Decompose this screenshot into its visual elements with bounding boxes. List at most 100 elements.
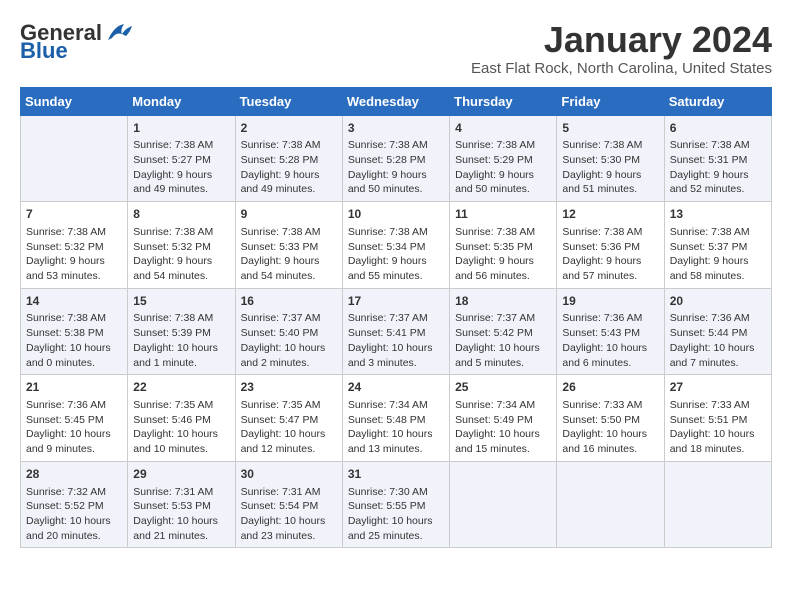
day-number: 17 — [348, 293, 444, 310]
calendar-cell: 8Sunrise: 7:38 AM Sunset: 5:32 PM Daylig… — [128, 202, 235, 289]
calendar-cell: 29 Sunrise: 7:31 AM Sunset: 5:53 PM Dayli… — [128, 461, 235, 548]
day-number: 25 — [455, 379, 551, 396]
day-number: 24 — [348, 379, 444, 396]
calendar-cell: 17Sunrise: 7:37 AM Sunset: 5:41 PM Dayli… — [342, 288, 449, 375]
day-number: 30 — [241, 466, 337, 483]
day-number: 13 — [670, 206, 766, 223]
week-row-5: 28 Sunrise: 7:32 AM Sunset: 5:52 PM Dayli… — [21, 461, 772, 548]
day-info: Sunrise: 7:38 AM Sunset: 5:30 PM Dayligh… — [562, 138, 658, 197]
days-header-row: SundayMondayTuesdayWednesdayThursdayFrid… — [21, 87, 772, 115]
day-info: Sunrise: 7:31 AM Sunset: 5:54 PM Dayligh… — [241, 485, 337, 544]
day-header-saturday: Saturday — [664, 87, 771, 115]
day-header-friday: Friday — [557, 87, 664, 115]
calendar-cell: 7 Sunrise: 7:38 AM Sunset: 5:32 PM Daylig… — [21, 202, 128, 289]
day-info: Sunrise: 7:37 AM Sunset: 5:42 PM Dayligh… — [455, 311, 551, 370]
calendar-cell: 4Sunrise: 7:38 AM Sunset: 5:29 PM Daylig… — [450, 115, 557, 202]
day-info: Sunrise: 7:35 AM Sunset: 5:46 PM Dayligh… — [133, 398, 229, 457]
day-info: Sunrise: 7:38 AM Sunset: 5:34 PM Dayligh… — [348, 225, 444, 284]
day-header-monday: Monday — [128, 87, 235, 115]
calendar-cell: 30 Sunrise: 7:31 AM Sunset: 5:54 PM Dayli… — [235, 461, 342, 548]
day-number: 6 — [670, 120, 766, 137]
calendar-cell: 25 Sunrise: 7:34 AM Sunset: 5:49 PM Dayli… — [450, 375, 557, 462]
day-number: 1 — [133, 120, 229, 137]
calendar-table: SundayMondayTuesdayWednesdayThursdayFrid… — [20, 87, 772, 549]
day-number: 19 — [562, 293, 658, 310]
calendar-subtitle: East Flat Rock, North Carolina, United S… — [471, 60, 772, 77]
logo-blue: Blue — [20, 38, 68, 64]
calendar-cell: 11 Sunrise: 7:38 AM Sunset: 5:35 PM Dayli… — [450, 202, 557, 289]
calendar-title: January 2024 — [471, 20, 772, 60]
day-info: Sunrise: 7:36 AM Sunset: 5:43 PM Dayligh… — [562, 311, 658, 370]
day-number: 28 — [26, 466, 122, 483]
calendar-cell: 21 Sunrise: 7:36 AM Sunset: 5:45 PM Dayli… — [21, 375, 128, 462]
day-info: Sunrise: 7:30 AM Sunset: 5:55 PM Dayligh… — [348, 485, 444, 544]
day-number: 15 — [133, 293, 229, 310]
day-number: 22 — [133, 379, 229, 396]
week-row-3: 14Sunrise: 7:38 AM Sunset: 5:38 PM Dayli… — [21, 288, 772, 375]
day-number: 27 — [670, 379, 766, 396]
day-number: 26 — [562, 379, 658, 396]
day-info: Sunrise: 7:32 AM Sunset: 5:52 PM Dayligh… — [26, 485, 122, 544]
day-header-tuesday: Tuesday — [235, 87, 342, 115]
day-number: 5 — [562, 120, 658, 137]
day-info: Sunrise: 7:38 AM Sunset: 5:36 PM Dayligh… — [562, 225, 658, 284]
day-info: Sunrise: 7:38 AM Sunset: 5:27 PM Dayligh… — [133, 138, 229, 197]
page-header: General Blue January 2024 East Flat Rock… — [20, 20, 772, 77]
day-info: Sunrise: 7:38 AM Sunset: 5:35 PM Dayligh… — [455, 225, 551, 284]
day-number: 3 — [348, 120, 444, 137]
logo-bird-icon — [104, 22, 134, 44]
day-number: 14 — [26, 293, 122, 310]
calendar-cell: 24 Sunrise: 7:34 AM Sunset: 5:48 PM Dayli… — [342, 375, 449, 462]
day-info: Sunrise: 7:38 AM Sunset: 5:38 PM Dayligh… — [26, 311, 122, 370]
calendar-cell: 31 Sunrise: 7:30 AM Sunset: 5:55 PM Dayli… — [342, 461, 449, 548]
day-info: Sunrise: 7:38 AM Sunset: 5:39 PM Dayligh… — [133, 311, 229, 370]
calendar-cell: 2Sunrise: 7:38 AM Sunset: 5:28 PM Daylig… — [235, 115, 342, 202]
title-section: January 2024 East Flat Rock, North Carol… — [471, 20, 772, 77]
day-info: Sunrise: 7:38 AM Sunset: 5:32 PM Dayligh… — [26, 225, 122, 284]
day-info: Sunrise: 7:34 AM Sunset: 5:49 PM Dayligh… — [455, 398, 551, 457]
calendar-cell: 19Sunrise: 7:36 AM Sunset: 5:43 PM Dayli… — [557, 288, 664, 375]
day-info: Sunrise: 7:34 AM Sunset: 5:48 PM Dayligh… — [348, 398, 444, 457]
calendar-cell: 20Sunrise: 7:36 AM Sunset: 5:44 PM Dayli… — [664, 288, 771, 375]
calendar-cell — [21, 115, 128, 202]
day-number: 29 — [133, 466, 229, 483]
week-row-2: 7 Sunrise: 7:38 AM Sunset: 5:32 PM Daylig… — [21, 202, 772, 289]
day-info: Sunrise: 7:38 AM Sunset: 5:28 PM Dayligh… — [348, 138, 444, 197]
calendar-cell: 12Sunrise: 7:38 AM Sunset: 5:36 PM Dayli… — [557, 202, 664, 289]
calendar-cell: 26 Sunrise: 7:33 AM Sunset: 5:50 PM Dayli… — [557, 375, 664, 462]
day-info: Sunrise: 7:36 AM Sunset: 5:45 PM Dayligh… — [26, 398, 122, 457]
calendar-cell: 27Sunrise: 7:33 AM Sunset: 5:51 PM Dayli… — [664, 375, 771, 462]
calendar-cell: 22 Sunrise: 7:35 AM Sunset: 5:46 PM Dayli… — [128, 375, 235, 462]
calendar-cell: 23Sunrise: 7:35 AM Sunset: 5:47 PM Dayli… — [235, 375, 342, 462]
day-info: Sunrise: 7:31 AM Sunset: 5:53 PM Dayligh… — [133, 485, 229, 544]
day-number: 2 — [241, 120, 337, 137]
day-number: 9 — [241, 206, 337, 223]
calendar-cell — [664, 461, 771, 548]
calendar-cell — [450, 461, 557, 548]
day-number: 23 — [241, 379, 337, 396]
day-info: Sunrise: 7:33 AM Sunset: 5:50 PM Dayligh… — [562, 398, 658, 457]
day-header-thursday: Thursday — [450, 87, 557, 115]
day-info: Sunrise: 7:37 AM Sunset: 5:40 PM Dayligh… — [241, 311, 337, 370]
day-number: 8 — [133, 206, 229, 223]
calendar-cell: 3Sunrise: 7:38 AM Sunset: 5:28 PM Daylig… — [342, 115, 449, 202]
calendar-cell: 15Sunrise: 7:38 AM Sunset: 5:39 PM Dayli… — [128, 288, 235, 375]
calendar-cell — [557, 461, 664, 548]
calendar-cell: 6Sunrise: 7:38 AM Sunset: 5:31 PM Daylig… — [664, 115, 771, 202]
day-number: 18 — [455, 293, 551, 310]
calendar-cell: 14Sunrise: 7:38 AM Sunset: 5:38 PM Dayli… — [21, 288, 128, 375]
week-row-4: 21 Sunrise: 7:36 AM Sunset: 5:45 PM Dayli… — [21, 375, 772, 462]
day-number: 11 — [455, 206, 551, 223]
logo: General Blue — [20, 20, 134, 64]
day-number: 21 — [26, 379, 122, 396]
calendar-cell: 13Sunrise: 7:38 AM Sunset: 5:37 PM Dayli… — [664, 202, 771, 289]
calendar-cell: 1Sunrise: 7:38 AM Sunset: 5:27 PM Daylig… — [128, 115, 235, 202]
day-number: 20 — [670, 293, 766, 310]
calendar-cell: 16Sunrise: 7:37 AM Sunset: 5:40 PM Dayli… — [235, 288, 342, 375]
calendar-cell: 5Sunrise: 7:38 AM Sunset: 5:30 PM Daylig… — [557, 115, 664, 202]
calendar-cell: 18Sunrise: 7:37 AM Sunset: 5:42 PM Dayli… — [450, 288, 557, 375]
day-info: Sunrise: 7:37 AM Sunset: 5:41 PM Dayligh… — [348, 311, 444, 370]
day-number: 7 — [26, 206, 122, 223]
day-number: 31 — [348, 466, 444, 483]
day-header-sunday: Sunday — [21, 87, 128, 115]
